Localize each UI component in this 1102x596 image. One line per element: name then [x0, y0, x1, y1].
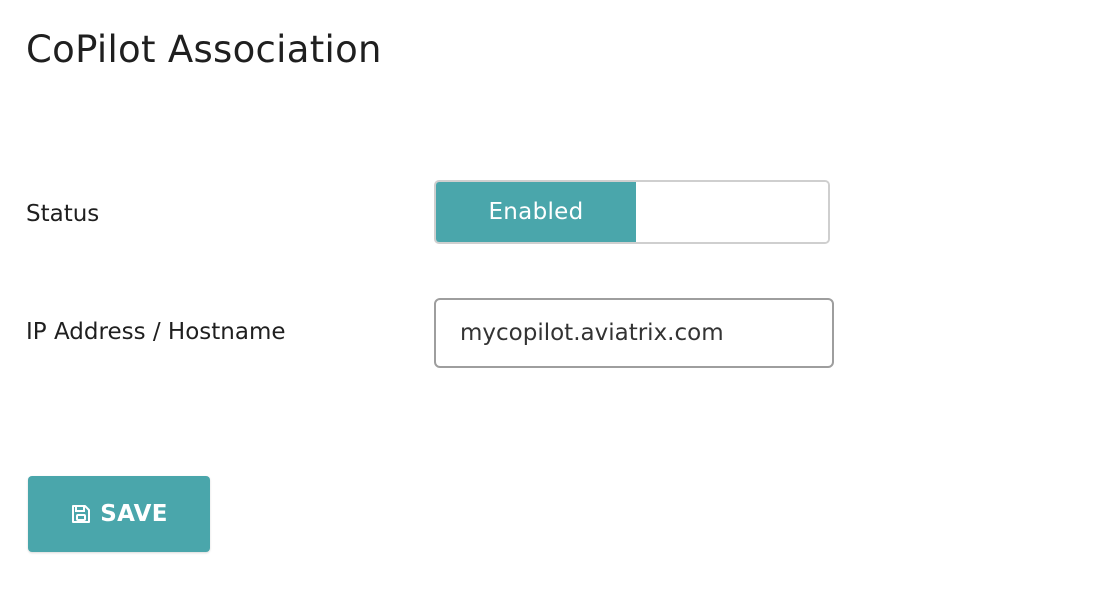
status-toggle-disabled-segment[interactable] — [636, 182, 828, 242]
status-toggle[interactable]: Enabled — [434, 180, 830, 244]
ip-hostname-input[interactable] — [434, 298, 834, 368]
save-button[interactable]: SAVE — [28, 476, 210, 552]
page-title: CoPilot Association — [26, 28, 382, 71]
status-label: Status — [26, 201, 100, 227]
status-toggle-enabled-segment[interactable]: Enabled — [436, 182, 636, 242]
copilot-association-page: CoPilot Association Status Enabled IP Ad… — [0, 0, 1102, 596]
ip-hostname-label: IP Address / Hostname — [26, 319, 286, 345]
save-label: SAVE — [100, 501, 168, 527]
save-icon — [70, 503, 92, 525]
